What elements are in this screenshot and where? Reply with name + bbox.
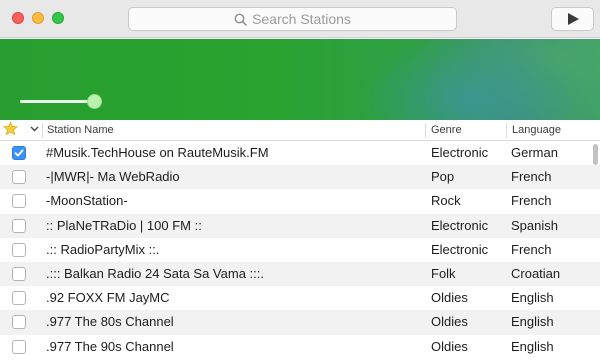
favorite-checkbox[interactable] xyxy=(12,266,26,281)
now-playing-banner xyxy=(0,39,600,120)
column-header-station-name[interactable]: Station Name xyxy=(47,120,114,140)
table-row[interactable]: .977 The 80s Channel Oldies English xyxy=(0,310,600,335)
close-window-button[interactable] xyxy=(12,12,24,24)
favorite-checkbox[interactable] xyxy=(12,170,26,185)
station-genre: Electronic xyxy=(431,145,489,160)
station-language: French xyxy=(511,241,552,257)
station-language: Croatian xyxy=(511,265,561,281)
table-row[interactable]: #Musik.TechHouse on RauteMusik.FM Electr… xyxy=(0,141,600,165)
table-row[interactable]: .92 FOXX FM JayMC Oldies English xyxy=(0,286,600,310)
station-genre: Pop xyxy=(431,169,455,185)
minimize-window-button[interactable] xyxy=(32,12,44,24)
favorite-checkbox[interactable] xyxy=(12,242,26,257)
station-language: English xyxy=(511,290,554,306)
table-row[interactable]: -MoonStation- Rock French xyxy=(0,189,600,213)
station-genre: Oldies xyxy=(431,314,468,330)
search-icon xyxy=(234,13,247,26)
station-name: .:: RadioPartyMix ::. xyxy=(46,241,160,257)
search-field[interactable]: Search Stations xyxy=(128,7,457,31)
station-genre: Electronic xyxy=(431,241,489,257)
table-row[interactable]: .977 The 90s Channel Oldies English xyxy=(0,335,600,359)
volume-slider-knob[interactable] xyxy=(86,94,102,109)
chevron-down-icon xyxy=(30,126,39,132)
station-genre: Electronic xyxy=(431,217,489,233)
play-button[interactable] xyxy=(551,7,594,31)
table-row[interactable]: :: PlaNeTRaDio | 100 FM :: Electronic Sp… xyxy=(0,213,600,238)
station-list: #Musik.TechHouse on RauteMusik.FM Electr… xyxy=(0,141,600,359)
favorite-column-header[interactable] xyxy=(2,121,19,141)
search-placeholder: Search Stations xyxy=(252,11,351,27)
column-header-language[interactable]: Language xyxy=(512,120,561,140)
station-language: French xyxy=(511,193,552,209)
play-icon xyxy=(567,13,579,25)
station-genre: Oldies xyxy=(431,290,468,306)
favorite-checkbox[interactable] xyxy=(12,146,26,160)
station-name: #Musik.TechHouse on RauteMusik.FM xyxy=(46,145,269,160)
column-divider xyxy=(506,123,507,138)
station-language: English xyxy=(511,338,554,354)
station-name: :: PlaNeTRaDio | 100 FM :: xyxy=(46,217,202,233)
checkmark-icon xyxy=(14,149,24,157)
station-name: -|MWR|- Ma WebRadio xyxy=(46,169,180,185)
station-name: .92 FOXX FM JayMC xyxy=(46,290,170,306)
station-genre: Rock xyxy=(431,193,461,209)
station-language: Spanish xyxy=(511,217,558,233)
station-genre: Oldies xyxy=(431,338,468,354)
favorite-checkbox[interactable] xyxy=(12,339,26,354)
star-icon xyxy=(2,121,19,136)
sort-menu-button[interactable] xyxy=(30,120,39,140)
favorite-checkbox[interactable] xyxy=(12,218,26,233)
station-genre: Folk xyxy=(431,265,456,281)
station-language: French xyxy=(511,169,552,185)
station-language: English xyxy=(511,314,554,330)
table-row[interactable]: .::: Balkan Radio 24 Sata Sa Vama :::. F… xyxy=(0,261,600,287)
table-header: Station Name Genre Language xyxy=(0,120,600,141)
column-divider xyxy=(425,123,426,138)
station-name: .977 The 80s Channel xyxy=(46,314,174,330)
column-divider xyxy=(42,123,43,138)
table-row[interactable]: -|MWR|- Ma WebRadio Pop French xyxy=(0,165,600,190)
vertical-scrollbar[interactable] xyxy=(593,144,598,165)
favorite-checkbox[interactable] xyxy=(12,315,26,330)
table-row[interactable]: .:: RadioPartyMix ::. Electronic French xyxy=(0,238,600,262)
station-language: German xyxy=(511,145,558,160)
station-name: .::: Balkan Radio 24 Sata Sa Vama :::. xyxy=(46,265,264,281)
maximize-window-button[interactable] xyxy=(52,12,64,24)
title-bar: Search Stations xyxy=(0,0,600,38)
favorite-checkbox[interactable] xyxy=(12,194,26,209)
station-name: -MoonStation- xyxy=(46,193,128,209)
station-name: .977 The 90s Channel xyxy=(46,338,174,354)
favorite-checkbox[interactable] xyxy=(12,291,26,306)
column-header-genre[interactable]: Genre xyxy=(431,120,462,140)
